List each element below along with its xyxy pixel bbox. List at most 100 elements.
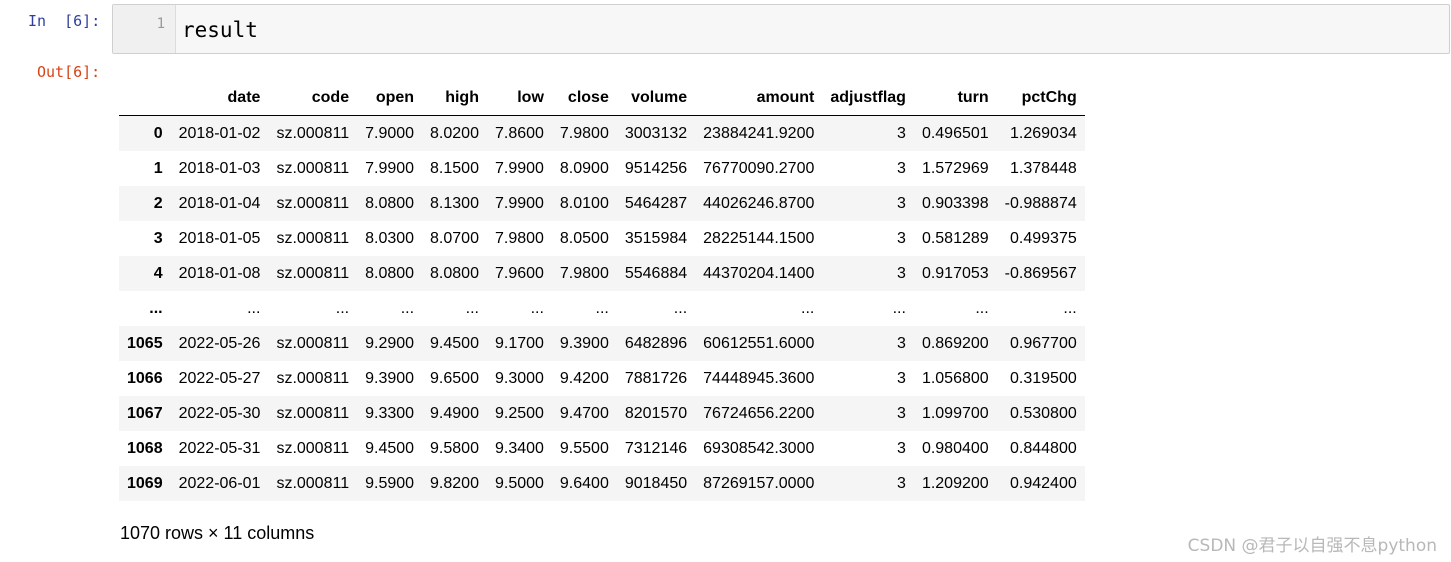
table-cell-low: 7.9600	[494, 265, 544, 282]
table-cell-turn: 1.099700	[921, 405, 989, 422]
csdn-watermark: CSDN @君子以自强不息python	[1187, 536, 1437, 556]
table-cell-open: 7.9900	[365, 160, 415, 177]
table-cell-open: 9.3900	[365, 370, 415, 387]
table-cell-high: 9.4900	[430, 405, 479, 422]
table-cell-open: 8.0300	[365, 230, 415, 247]
table-cell-code: sz.000811	[276, 265, 350, 282]
table-cell-volume: 3515984	[624, 230, 688, 247]
table-cell-pctchg: 0.844800	[1010, 440, 1077, 457]
table-cell-high: 8.1300	[430, 195, 479, 212]
table-cell-code: sz.000811	[276, 475, 350, 492]
table-cell-volume: 3003132	[624, 125, 688, 142]
table-cell-date: 2022-05-27	[178, 370, 261, 387]
dataframe-table: date code open high low close volume amount adju…	[119, 80, 1085, 501]
table-cell-code: sz.000811	[276, 405, 350, 422]
table-cell-adjustflag: ...	[892, 300, 906, 317]
table-cell-low: 7.9800	[494, 230, 544, 247]
table-cell-open: 9.2900	[365, 335, 415, 352]
table-cell-date: 2022-06-01	[178, 475, 261, 492]
table-cell-amount: 74448945.3600	[703, 370, 815, 387]
row-index: 2	[153, 195, 163, 212]
table-cell-turn: 1.209200	[921, 475, 989, 492]
row-index: 1066	[127, 370, 163, 387]
table-cell-adjustflag: 3	[897, 160, 906, 177]
table-cell-close: 9.5500	[559, 440, 609, 457]
table-cell-volume: 7881726	[624, 370, 688, 387]
table-cell-close: 8.0500	[559, 230, 609, 247]
table-cell-pctchg: 0.530800	[1010, 405, 1077, 422]
table-cell-amount: 44370204.1400	[703, 265, 815, 282]
table-cell-high: 9.5800	[430, 440, 479, 457]
table-cell-close: 8.0100	[559, 195, 609, 212]
table-cell-pctchg: 1.269034	[1010, 125, 1077, 142]
line-number: 1	[156, 16, 165, 32]
table-cell-adjustflag: 3	[897, 405, 906, 422]
table-cell-amount: 23884241.9200	[703, 125, 815, 142]
row-index: 4	[153, 265, 163, 282]
table-cell-open: 8.0800	[365, 265, 415, 282]
row-index: 1068	[127, 440, 163, 457]
table-cell-close: 9.4700	[559, 405, 609, 422]
table-row: 1068 2022-05-31 sz.000811 9.4500 9.5800 9.340…	[119, 431, 1085, 466]
row-index: 1069	[127, 475, 163, 492]
column-header-turn: turn	[913, 80, 997, 116]
table-cell-adjustflag: 3	[897, 195, 906, 212]
table-header: date code open high low close volume amount adju…	[119, 80, 1085, 116]
table-cell-adjustflag: 3	[897, 475, 906, 492]
table-cell-amount: 60612551.6000	[703, 335, 815, 352]
table-cell-turn: 0.869200	[921, 335, 989, 352]
table-row: 1067 2022-05-30 sz.000811 9.3300 9.4900 9.250…	[119, 396, 1085, 431]
table-cell-amount: 44026246.8700	[703, 195, 815, 212]
table-row: 1066 2022-05-27 sz.000811 9.3900 9.6500 9.300…	[119, 361, 1085, 396]
table-cell-amount: 69308542.3000	[703, 440, 815, 457]
row-index: 1	[153, 160, 163, 177]
table-cell-adjustflag: 3	[897, 265, 906, 282]
table-cell-close: ...	[595, 300, 609, 317]
table-cell-open: 9.5900	[365, 475, 415, 492]
table-cell-volume: ...	[673, 300, 688, 317]
table-cell-open: 9.4500	[365, 440, 415, 457]
table-cell-low: 9.5000	[494, 475, 544, 492]
table-cell-date: 2018-01-08	[178, 265, 261, 282]
table-cell-high: 8.0700	[430, 230, 479, 247]
output-prompt: Out[6]:	[37, 63, 101, 81]
table-cell-pctchg: -0.869567	[1004, 265, 1077, 282]
code-editor-text[interactable]: result	[182, 18, 258, 42]
table-cell-close: 8.0900	[559, 160, 609, 177]
table-cell-close: 9.4200	[559, 370, 609, 387]
table-cell-low: 9.3000	[494, 370, 544, 387]
table-cell-pctchg: -0.988874	[1004, 195, 1077, 212]
table-cell-pctchg: ...	[1063, 300, 1077, 317]
table-cell-turn: 0.917053	[921, 265, 989, 282]
table-cell-pctchg: 0.319500	[1010, 370, 1077, 387]
table-cell-low: ...	[530, 300, 544, 317]
table-cell-pctchg: 0.967700	[1010, 335, 1077, 352]
table-cell-turn: 0.980400	[921, 440, 989, 457]
table-cell-turn: ...	[975, 300, 989, 317]
column-header-low: low	[486, 80, 552, 116]
table-cell-adjustflag: 3	[897, 370, 906, 387]
table-cell-code: sz.000811	[276, 440, 350, 457]
column-header-pctchg: pctChg	[996, 80, 1085, 116]
table-cell-volume: 9514256	[624, 160, 688, 177]
table-cell-code: sz.000811	[276, 125, 350, 142]
table-cell-code: sz.000811	[276, 335, 350, 352]
table-cell-turn: 0.581289	[921, 230, 989, 247]
table-cell-volume: 6482896	[624, 335, 688, 352]
table-cell-low: 9.1700	[494, 335, 544, 352]
table-cell-high: 9.8200	[430, 475, 479, 492]
line-number-gutter: 1	[113, 5, 176, 53]
row-index: 3	[153, 230, 163, 247]
table-cell-high: ...	[465, 300, 479, 317]
table-cell-adjustflag: 3	[897, 230, 906, 247]
table-cell-close: 9.6400	[559, 475, 609, 492]
table-cell-code: sz.000811	[276, 195, 350, 212]
column-header-date: date	[170, 80, 269, 116]
table-cell-code: sz.000811	[276, 230, 350, 247]
code-cell-input[interactable]: 1 result	[112, 4, 1450, 54]
dataframe-shape-summary: 1070 rows × 11 columns	[120, 523, 315, 543]
column-header-close: close	[551, 80, 617, 116]
table-cell-amount: 28225144.1500	[703, 230, 815, 247]
row-index: 0	[153, 125, 163, 142]
column-header-amount: amount	[695, 80, 823, 116]
